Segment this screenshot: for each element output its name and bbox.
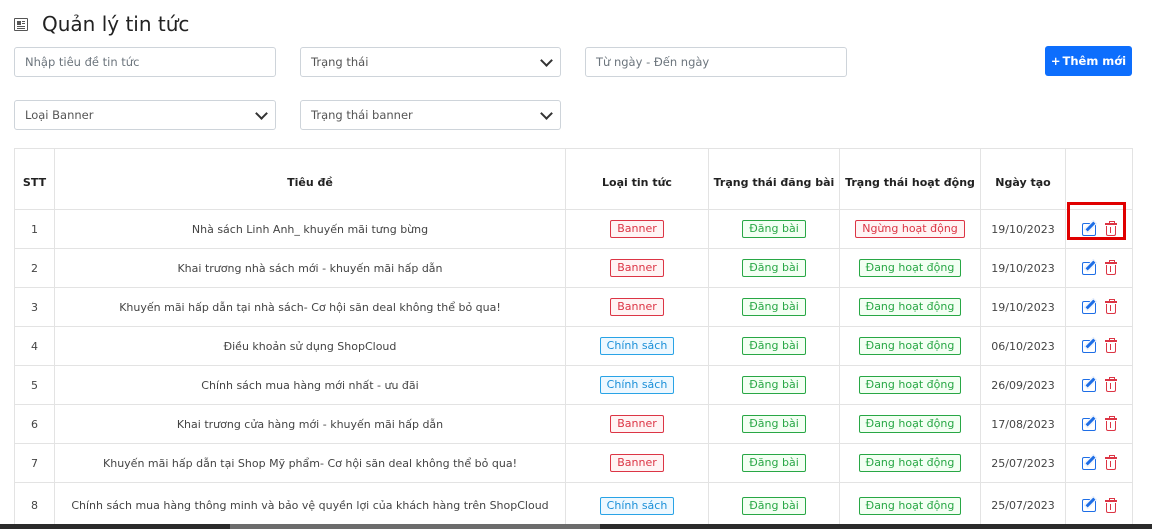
news-type-badge: Banner: [610, 220, 664, 238]
edit-icon[interactable]: [1081, 261, 1096, 275]
status-select[interactable]: Trạng thái: [300, 47, 561, 77]
post-status-badge: Đăng bài: [742, 496, 806, 515]
banner-type-select[interactable]: Loại Banner: [14, 100, 276, 130]
post-status-badge: Đăng bài: [742, 337, 806, 355]
edit-icon[interactable]: [1081, 456, 1096, 470]
table-row: 4 Điều khoản sử dụng ShopCloud Chính sác…: [14, 326, 1133, 366]
row-stt: 5: [14, 365, 55, 405]
table-header-row: STT Tiêu đề Loại tin tức Trạng thái đăng…: [14, 148, 1133, 210]
edit-icon[interactable]: [1081, 499, 1096, 512]
row-title: Khuyến mãi hấp dẫn tại Shop Mỹ phẩm- Cơ …: [54, 443, 566, 483]
active-status-badge: Đang hoạt động: [858, 337, 962, 355]
news-type-badge: Banner: [610, 454, 664, 472]
post-status-badge: Đăng bài: [742, 259, 806, 277]
row-date: 19/10/2023: [980, 287, 1066, 327]
row-title: Nhà sách Linh Anh_ khuyến mãi tưng bừng: [54, 209, 566, 249]
trash-icon[interactable]: [1104, 260, 1117, 275]
header-actions: [1065, 148, 1133, 210]
row-title: Khuyến mãi hấp dẫn tại nhà sách- Cơ hội …: [54, 287, 566, 327]
edit-icon[interactable]: [1081, 339, 1096, 353]
header-stt: STT: [14, 148, 55, 210]
table-row: 5 Chính sách mua hàng mới nhất - ưu đãi …: [14, 365, 1133, 405]
header-news-type: Loại tin tức: [565, 148, 709, 210]
trash-icon[interactable]: [1104, 338, 1117, 353]
row-date: 19/10/2023: [980, 209, 1066, 249]
chevron-down-icon: [540, 107, 553, 120]
post-status-badge: Đăng bài: [742, 298, 806, 316]
plus-icon: +: [1050, 54, 1061, 68]
news-type-badge: Banner: [610, 259, 664, 277]
row-date: 06/10/2023: [980, 326, 1066, 366]
header-active-status: Trạng thái hoạt động: [839, 148, 981, 210]
active-status-badge: Đang hoạt động: [858, 496, 962, 515]
edit-icon[interactable]: [1081, 417, 1096, 431]
news-type-badge: Chính sách: [599, 376, 675, 394]
row-date: 25/07/2023: [980, 443, 1066, 483]
trash-icon[interactable]: [1104, 299, 1117, 314]
edit-icon[interactable]: [1081, 300, 1096, 314]
table-row: 1 Nhà sách Linh Anh_ khuyến mãi tưng bừn…: [14, 209, 1133, 249]
table-row: 7 Khuyến mãi hấp dẫn tại Shop Mỹ phẩm- C…: [14, 443, 1133, 483]
post-status-badge: Đăng bài: [742, 454, 806, 472]
header-title: Tiêu đề: [54, 148, 566, 210]
taskbar-strip: [0, 524, 1152, 529]
trash-icon[interactable]: [1104, 497, 1117, 513]
row-stt: 7: [14, 443, 55, 483]
trash-icon[interactable]: [1104, 221, 1117, 236]
active-status-badge: Ngừng hoạt động: [855, 220, 965, 238]
row-date: 25/07/2023: [980, 482, 1066, 529]
trash-icon[interactable]: [1104, 416, 1117, 431]
active-status-badge: Đang hoạt động: [858, 454, 962, 472]
row-stt: 6: [14, 404, 55, 444]
post-status-badge: Đăng bài: [742, 376, 806, 394]
table-row: 3 Khuyến mãi hấp dẫn tại nhà sách- Cơ hộ…: [14, 287, 1133, 327]
trash-icon[interactable]: [1104, 455, 1117, 470]
news-table: STT Tiêu đề Loại tin tức Trạng thái đăng…: [14, 148, 1133, 529]
header-created-date: Ngày tạo: [980, 148, 1066, 210]
news-type-badge: Chính sách: [599, 337, 675, 355]
news-type-badge: Chính sách: [599, 496, 675, 515]
post-status-badge: Đăng bài: [742, 220, 806, 238]
header-post-status: Trạng thái đăng bài: [708, 148, 840, 210]
row-title: Điều khoản sử dụng ShopCloud: [54, 326, 566, 366]
title-search-input[interactable]: Nhập tiêu đề tin tức: [14, 47, 276, 77]
row-date: 19/10/2023: [980, 248, 1066, 288]
newspaper-icon: [14, 17, 28, 31]
row-stt: 2: [14, 248, 55, 288]
row-title: Chính sách mua hàng mới nhất - ưu đãi: [54, 365, 566, 405]
news-type-badge: Banner: [610, 298, 664, 316]
active-status-badge: Đang hoạt động: [858, 259, 962, 277]
row-title: Khai trương cửa hàng mới - khuyến mãi hấ…: [54, 404, 566, 444]
banner-status-select[interactable]: Trạng thái banner: [300, 100, 561, 130]
chevron-down-icon: [540, 54, 553, 67]
trash-icon[interactable]: [1104, 377, 1117, 392]
row-title: Khai trương nhà sách mới - khuyến mãi hấ…: [54, 248, 566, 288]
add-new-button[interactable]: + Thêm mới: [1045, 46, 1132, 76]
row-title: Chính sách mua hàng thông minh và bảo vệ…: [54, 482, 566, 529]
chevron-down-icon: [255, 107, 268, 120]
table-row: 8 Chính sách mua hàng thông minh và bảo …: [14, 482, 1133, 529]
page-title: Quản lý tin tức: [42, 12, 190, 36]
post-status-badge: Đăng bài: [742, 415, 806, 433]
active-status-badge: Đang hoạt động: [858, 415, 962, 433]
date-range-input[interactable]: Từ ngày - Đến ngày: [585, 47, 847, 77]
edit-icon[interactable]: [1081, 378, 1096, 392]
active-status-badge: Đang hoạt động: [858, 376, 962, 394]
row-stt: 8: [14, 482, 55, 529]
table-row: 6 Khai trương cửa hàng mới - khuyến mãi …: [14, 404, 1133, 444]
page-header: Quản lý tin tức: [14, 12, 189, 36]
row-stt: 1: [14, 209, 55, 249]
news-type-badge: Banner: [610, 415, 664, 433]
row-date: 17/08/2023: [980, 404, 1066, 444]
row-stt: 3: [14, 287, 55, 327]
edit-icon[interactable]: [1081, 222, 1096, 236]
active-status-badge: Đang hoạt động: [858, 298, 962, 316]
table-row: 2 Khai trương nhà sách mới - khuyến mãi …: [14, 248, 1133, 288]
row-date: 26/09/2023: [980, 365, 1066, 405]
row-stt: 4: [14, 326, 55, 366]
